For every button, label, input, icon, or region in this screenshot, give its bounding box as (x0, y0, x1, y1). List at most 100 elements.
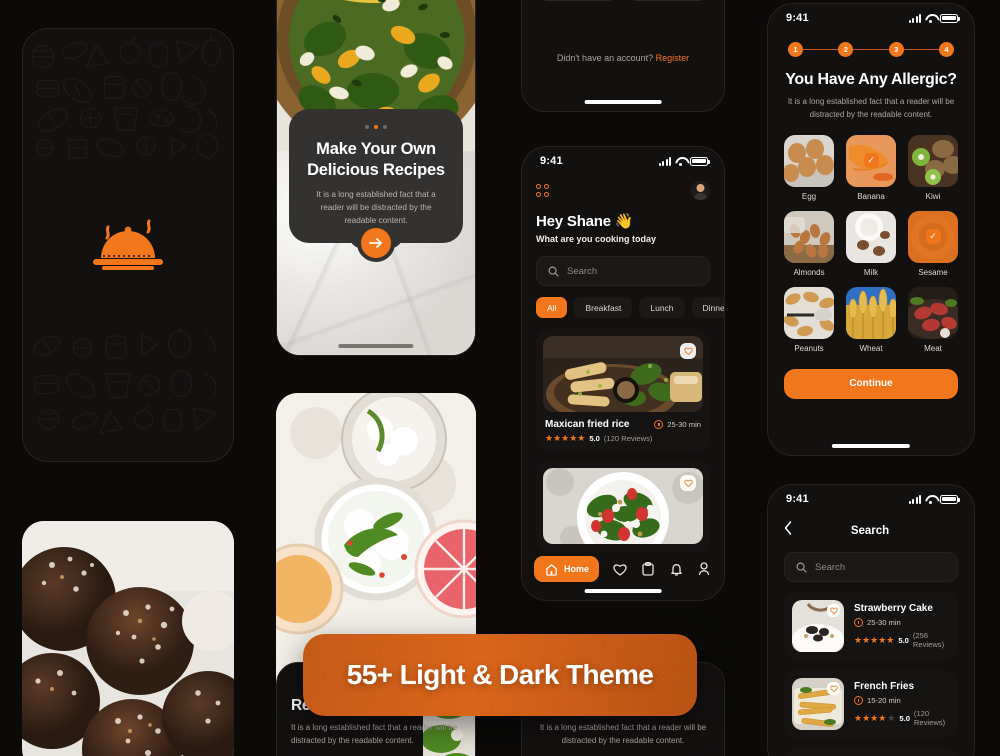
result-title: French Fries (854, 681, 915, 692)
favorite-button[interactable] (680, 343, 696, 359)
allergy-item-almonds[interactable]: Almonds (784, 210, 834, 277)
recipe-card[interactable]: Maxican fried rice 25-30 min ★★★★★ 5.0 (… (536, 329, 710, 451)
status-bar: 9:41 (522, 147, 724, 169)
result-time: 15-20 min (854, 696, 950, 705)
status-time: 9:41 (786, 493, 809, 505)
step-1[interactable]: 1 (788, 42, 803, 57)
battery-icon (940, 494, 960, 504)
search-result-item[interactable]: Maxican fried rice 25-30 min (784, 748, 958, 756)
home-indicator (831, 444, 911, 448)
cloche-food-dome-icon (93, 219, 163, 270)
nav-list[interactable] (640, 562, 655, 577)
result-time: 25-30 min (854, 618, 950, 627)
heart-icon (683, 347, 693, 355)
splash-screen (22, 28, 234, 462)
chip-breakfast[interactable]: Breakfast (574, 297, 633, 318)
nav-favorites[interactable] (612, 562, 627, 577)
step-indicator: 1 2 3 4 (784, 42, 958, 57)
allergy-item-egg[interactable]: Egg (784, 134, 834, 201)
user-avatar[interactable] (691, 181, 710, 200)
allergy-item-sesame[interactable]: ✓ Sesame (908, 210, 958, 277)
selected-overlay: ✓ (846, 134, 896, 187)
check-icon: ✓ (863, 153, 879, 169)
nav-profile[interactable] (697, 562, 712, 577)
grid-menu-icon[interactable] (536, 184, 549, 197)
clipboard-icon (642, 562, 654, 576)
rating-value: 5.0 (589, 434, 600, 443)
greeting-title: Hey Shane 👋 (536, 213, 634, 230)
star-rating: ★★★★★ (854, 712, 896, 723)
allergy-item-peanuts[interactable]: Peanuts (784, 286, 834, 353)
step-4[interactable]: 4 (938, 42, 954, 57)
review-count: (120 Reviews) (913, 709, 946, 727)
step-2[interactable]: 2 (838, 42, 854, 57)
recipe-card[interactable] (536, 461, 710, 552)
allergy-item-banana[interactable]: ✓ Banana (846, 134, 896, 201)
allergy-item-kiwi[interactable]: Kiwi (908, 134, 958, 201)
person-icon (699, 562, 710, 576)
dot-3[interactable] (383, 125, 387, 129)
allergy-label: Egg (801, 191, 817, 201)
allergy-item-milk[interactable]: Milk (846, 210, 896, 277)
allergy-screen: 9:41 1 2 3 4 You Have Any Allergic? It i… (767, 3, 975, 456)
category-chips: All Breakfast Lunch Dinner (536, 297, 724, 318)
strawberry-salad-image (543, 468, 703, 544)
step-3[interactable]: 3 (888, 42, 904, 57)
google-login-button[interactable]: Google (538, 0, 618, 1)
search-result-item[interactable]: French Fries 15-20 min ★★★★ ★ 5.0 (120 Re… (784, 670, 958, 738)
result-thumbnail (792, 678, 844, 730)
banner-text: 55+ Light & Dark Theme (346, 659, 654, 690)
search-placeholder: Search (815, 561, 846, 573)
nav-notifications[interactable] (669, 562, 684, 577)
nav-home[interactable]: Home (534, 556, 600, 582)
search-icon (548, 266, 559, 277)
meat-thumbnail (908, 286, 958, 339)
login-screen: Google f Facebook Didn't have an account… (521, 0, 725, 112)
home-indicator (338, 344, 414, 348)
search-icon (796, 562, 807, 573)
avatar-image (691, 181, 710, 200)
allergy-subtitle: It is a long established fact that a rea… (787, 97, 955, 119)
result-time-text: 25-30 min (867, 618, 901, 627)
chip-all[interactable]: All (536, 297, 568, 318)
search-result-item[interactable]: Strawberry Cake 25-30 min ★★★★★ 5.0 (256… (784, 592, 958, 660)
favorite-button[interactable] (827, 682, 840, 695)
egg-thumbnail (784, 134, 834, 187)
register-prompt-text: Didn't have an account? (556, 53, 654, 63)
recipe-title: Maxican fried rice (545, 419, 630, 430)
carousel-dots[interactable] (365, 125, 387, 129)
continue-button[interactable]: Continue (784, 368, 958, 399)
recipe-image (543, 336, 703, 412)
favorite-button[interactable] (827, 604, 840, 617)
fried-rice-image (543, 336, 703, 412)
step-line (803, 48, 839, 51)
next-button[interactable] (357, 224, 395, 262)
check-icon: ✓ (925, 229, 941, 245)
search-input[interactable]: Search (536, 256, 710, 286)
recipe-image (543, 468, 703, 544)
chip-lunch[interactable]: Lunch (639, 297, 685, 318)
allergy-label: Kiwi (925, 191, 941, 201)
almonds-thumbnail (784, 210, 834, 263)
allergy-item-wheat[interactable]: Wheat (846, 286, 896, 353)
clock-icon (854, 696, 863, 705)
dot-1[interactable] (365, 125, 369, 129)
review-count: (120 Reviews) (603, 434, 653, 443)
kiwi-thumbnail (908, 134, 958, 187)
step-line (903, 48, 939, 51)
promo-banner: 55+ Light & Dark Theme (303, 634, 697, 716)
result-thumbnail (792, 600, 844, 652)
allergy-item-meat[interactable]: Meat (908, 286, 958, 353)
cellular-icon (908, 13, 921, 23)
search-input[interactable]: Search (784, 552, 958, 582)
register-link[interactable]: Register (656, 53, 690, 63)
dot-2[interactable] (374, 125, 378, 129)
favorite-button[interactable] (680, 475, 696, 491)
facebook-login-button[interactable]: f Facebook (628, 0, 708, 1)
arrow-right-icon (369, 238, 382, 248)
onboarding-card: Make Your Own Delicious Recipes It is a … (289, 109, 463, 262)
sesame-thumbnail: ✓ (908, 210, 958, 263)
home-icon (544, 562, 559, 577)
search-screen: 9:41 Search Search Strawberry Cake 25-30… (767, 484, 975, 756)
chip-dinner[interactable]: Dinner (691, 297, 724, 318)
